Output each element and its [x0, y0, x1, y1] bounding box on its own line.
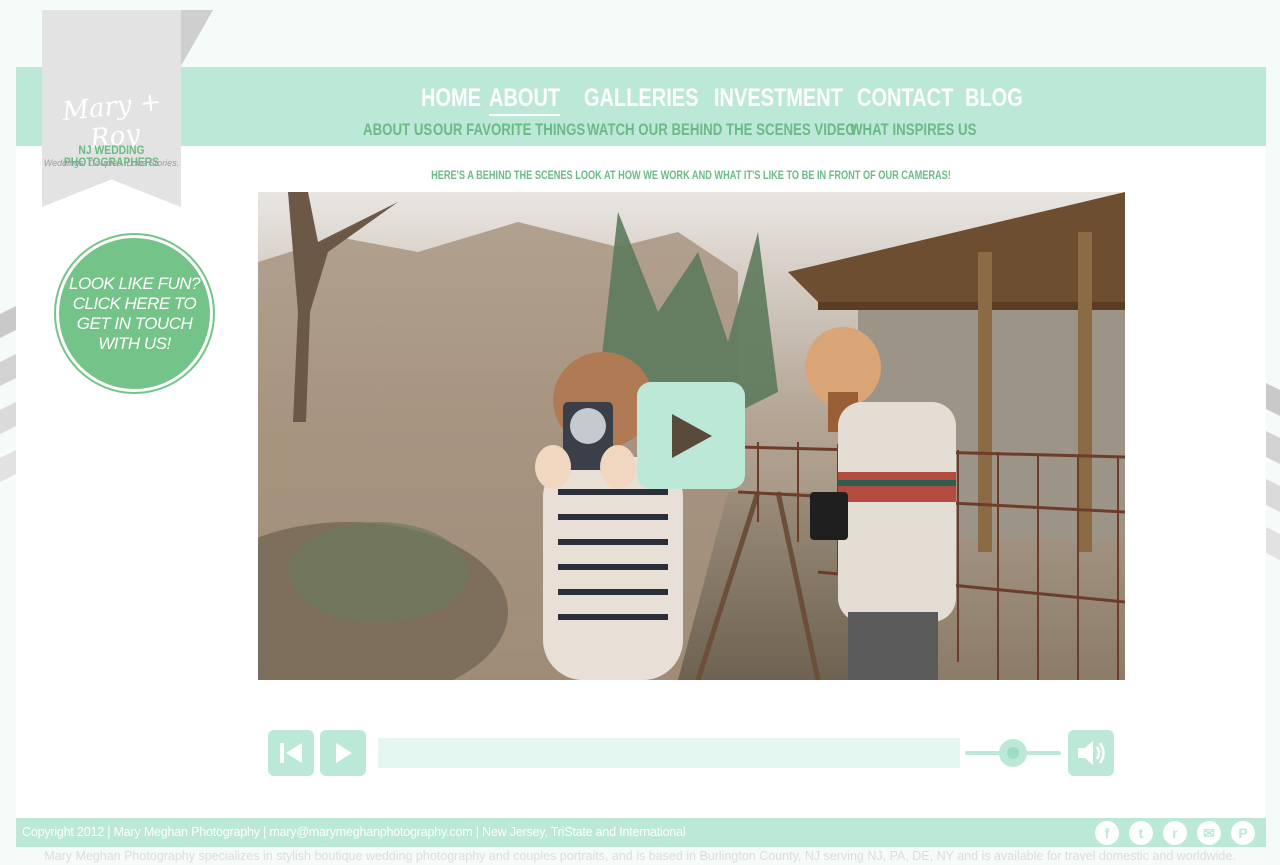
video-play-overlay-button[interactable] — [637, 382, 745, 489]
rss-icon[interactable]: r — [1163, 821, 1187, 845]
subnav-what-inspires-us[interactable]: WHAT INSPIRES US — [850, 120, 976, 140]
speaker-icon — [1078, 741, 1105, 765]
video-controls — [268, 730, 1114, 776]
pinterest-icon[interactable]: P — [1231, 821, 1255, 845]
email-glyph: ✉ — [1203, 825, 1215, 841]
nav-about[interactable]: ABOUT — [489, 84, 561, 116]
subnav-behind-scenes-video[interactable]: WATCH OUR BEHIND THE SCENES VIDEO — [587, 120, 856, 140]
progress-bar[interactable] — [378, 738, 960, 768]
nav-blog[interactable]: BLOG — [965, 84, 1023, 113]
volume-button[interactable] — [1068, 730, 1114, 776]
facebook-icon[interactable]: f — [1095, 821, 1119, 845]
twitter-glyph: t — [1138, 825, 1144, 841]
ribbon-fold — [181, 10, 213, 66]
nav-galleries[interactable]: GALLERIES — [584, 84, 698, 113]
logo-subtagline: Weddings. Couples. Love Stories. — [43, 158, 180, 168]
cta-text: LOOK LIKE FUN? CLICK HERE TO GET IN TOUC… — [69, 273, 200, 353]
pinterest-glyph: P — [1238, 825, 1248, 841]
logo-ribbon[interactable]: Mary + Roy NJ WEDDING PHOTOGRAPHERS Wedd… — [42, 10, 213, 207]
volume-slider-knob[interactable] — [999, 739, 1027, 767]
footer-copyright: Copyright 2012 | Mary Meghan Photography… — [22, 825, 686, 839]
nav-investment[interactable]: INVESTMENT — [714, 84, 843, 113]
main-nav: HOME ABOUT GALLERIES INVESTMENT CONTACT … — [0, 84, 1280, 116]
facebook-glyph: f — [1104, 825, 1110, 841]
play-button[interactable] — [320, 730, 366, 776]
nav-home[interactable]: HOME — [421, 84, 481, 113]
email-icon[interactable]: ✉ — [1197, 821, 1221, 845]
footer-description: Mary Meghan Photography specializes in s… — [44, 849, 1236, 863]
nav-contact[interactable]: CONTACT — [857, 84, 953, 113]
play-icon — [336, 743, 352, 763]
rewind-button[interactable] — [268, 730, 314, 776]
chevron-decoration-right — [1264, 382, 1280, 560]
subnav-favorite-things[interactable]: OUR FAVORITE THINGS — [433, 120, 585, 140]
skip-back-icon — [280, 743, 302, 763]
sub-nav: ABOUT US OUR FAVORITE THINGS WATCH OUR B… — [0, 120, 1280, 140]
play-icon — [672, 413, 712, 458]
video-caption: HERE'S A BEHIND THE SCENES LOOK AT HOW W… — [431, 170, 951, 182]
contact-cta-button[interactable]: LOOK LIKE FUN? CLICK HERE TO GET IN TOUC… — [56, 235, 213, 392]
subnav-about-us[interactable]: ABOUT US — [363, 120, 432, 140]
twitter-icon[interactable]: t — [1129, 821, 1153, 845]
rss-glyph: r — [1172, 825, 1178, 841]
